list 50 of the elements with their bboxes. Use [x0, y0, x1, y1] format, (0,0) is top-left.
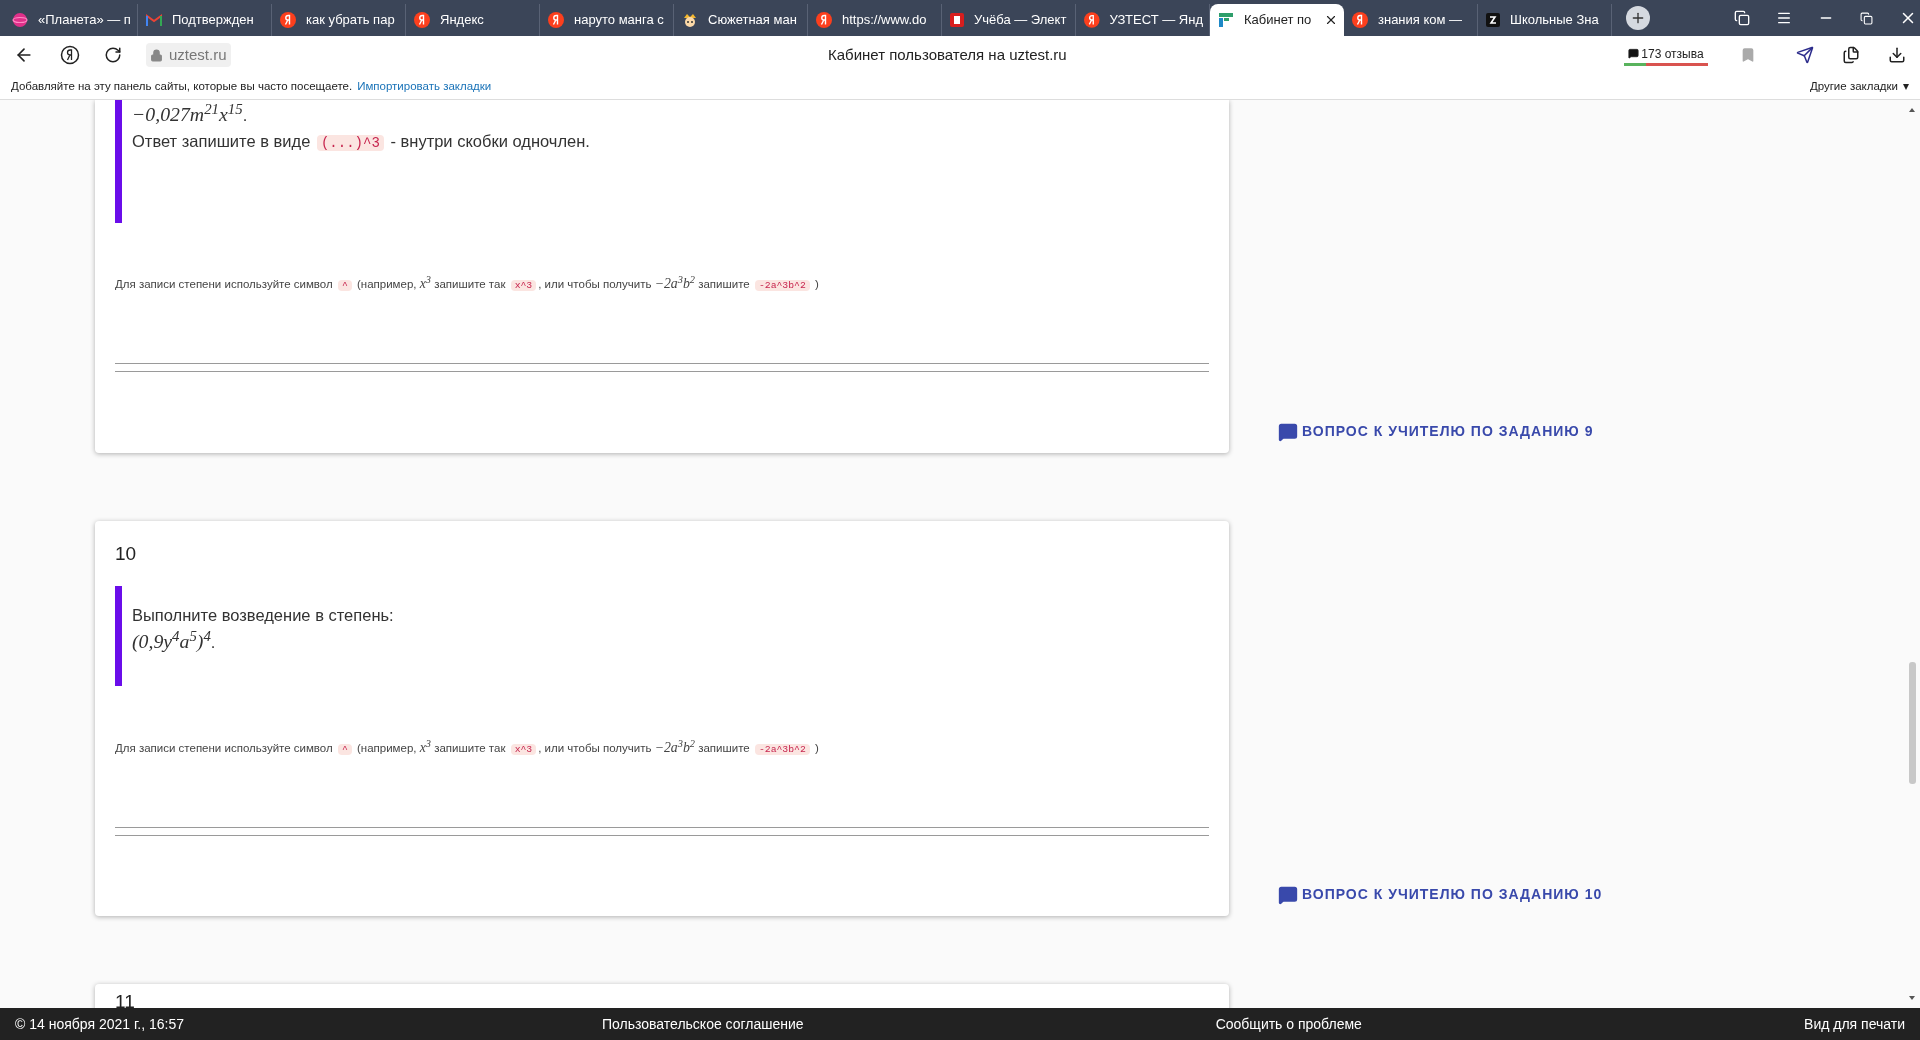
close-tab-icon[interactable]: [1324, 13, 1338, 27]
other-bookmarks-button[interactable]: Другие закладки ▾: [1809, 77, 1909, 96]
print-view-link[interactable]: Вид для печати: [1804, 1013, 1905, 1035]
statement-text: Выполните возведение в степень:: [132, 605, 394, 626]
school-logo-icon: [1486, 13, 1500, 27]
mascot-icon: [682, 12, 698, 28]
yandex-icon: [816, 12, 832, 28]
answer-field[interactable]: [115, 363, 1209, 372]
ask-teacher-link[interactable]: ВОПРОС К УЧИТЕЛЮ ПО ЗАДАНИЮ 9: [1278, 421, 1594, 442]
mail-icon: [146, 14, 162, 26]
collections-icon[interactable]: [1734, 10, 1750, 26]
statement-text: −0,027m$^{21}$x$^{15}$.: [132, 101, 248, 127]
statement-text: Ответ запишите в виде (...)^3 - внутри скобки одночлен.: [132, 131, 590, 153]
extensions-icon[interactable]: [1842, 46, 1860, 64]
yandex-icon: [280, 12, 296, 28]
browser-logo-icon[interactable]: [60, 45, 80, 65]
download-icon[interactable]: [1888, 46, 1906, 64]
input-hint: Для записи степени используйте символ ^ (например, x$^{3}$ запишите так x^3 , или чтобы получить −2a$^{3}$b$^{2}$ запишите -2a^3b^2 ): [115, 276, 819, 293]
user-agreement-link[interactable]: Пользовательское соглашение: [602, 1013, 804, 1035]
bookmarks-hint: Добавляйте на эту панель сайты, которые вы часто посещаете.: [11, 78, 353, 94]
chat-icon: [1628, 48, 1640, 59]
task-number: 11: [115, 990, 136, 1008]
book-icon: [950, 13, 964, 27]
report-problem-link[interactable]: Сообщить о проблеме: [1215, 1013, 1362, 1035]
yandex-icon: [548, 12, 564, 28]
reload-icon[interactable]: [104, 46, 122, 64]
site-logo-icon: [1218, 12, 1234, 28]
task-number: 10: [115, 542, 138, 566]
import-bookmarks-link[interactable]: Импортировать закладки: [357, 77, 492, 96]
yandex-icon: [414, 12, 430, 28]
statement-text: (0,9y$^{4}$a$^{5}$)$^{4}$.: [132, 628, 216, 654]
browser-tab[interactable]: Кабинет по: [1210, 4, 1344, 36]
new-tab-button[interactable]: [1626, 6, 1650, 30]
copyright-date: © 14 ноября 2021 г., 16:57: [15, 1014, 186, 1034]
url-field[interactable]: uztest.ru: [146, 43, 231, 67]
chat-icon: [1278, 884, 1298, 905]
page-title: Кабинет пользователя на uztest.ru: [828, 44, 1067, 65]
lock-icon: [150, 48, 163, 62]
yandex-icon: [1084, 12, 1100, 28]
planet-icon: [12, 12, 28, 28]
plus-icon: [1630, 10, 1646, 26]
reviews-button[interactable]: 173 отзыва: [1622, 44, 1710, 66]
yandex-icon: [1352, 12, 1368, 28]
restore-icon[interactable]: [1860, 11, 1873, 25]
answer-field[interactable]: [115, 827, 1209, 836]
input-hint: Для записи степени используйте символ ^ (например, x$^{3}$ запишите так x^3 , или чтобы получить −2a$^{3}$b$^{2}$ запишите -2a^3b^2 ): [115, 740, 819, 757]
chat-icon: [1278, 421, 1298, 442]
ask-teacher-link[interactable]: ВОПРОС К УЧИТЕЛЮ ПО ЗАДАНИЮ 10: [1278, 884, 1603, 905]
send-icon[interactable]: [1796, 46, 1814, 64]
menu-icon[interactable]: [1776, 10, 1792, 26]
